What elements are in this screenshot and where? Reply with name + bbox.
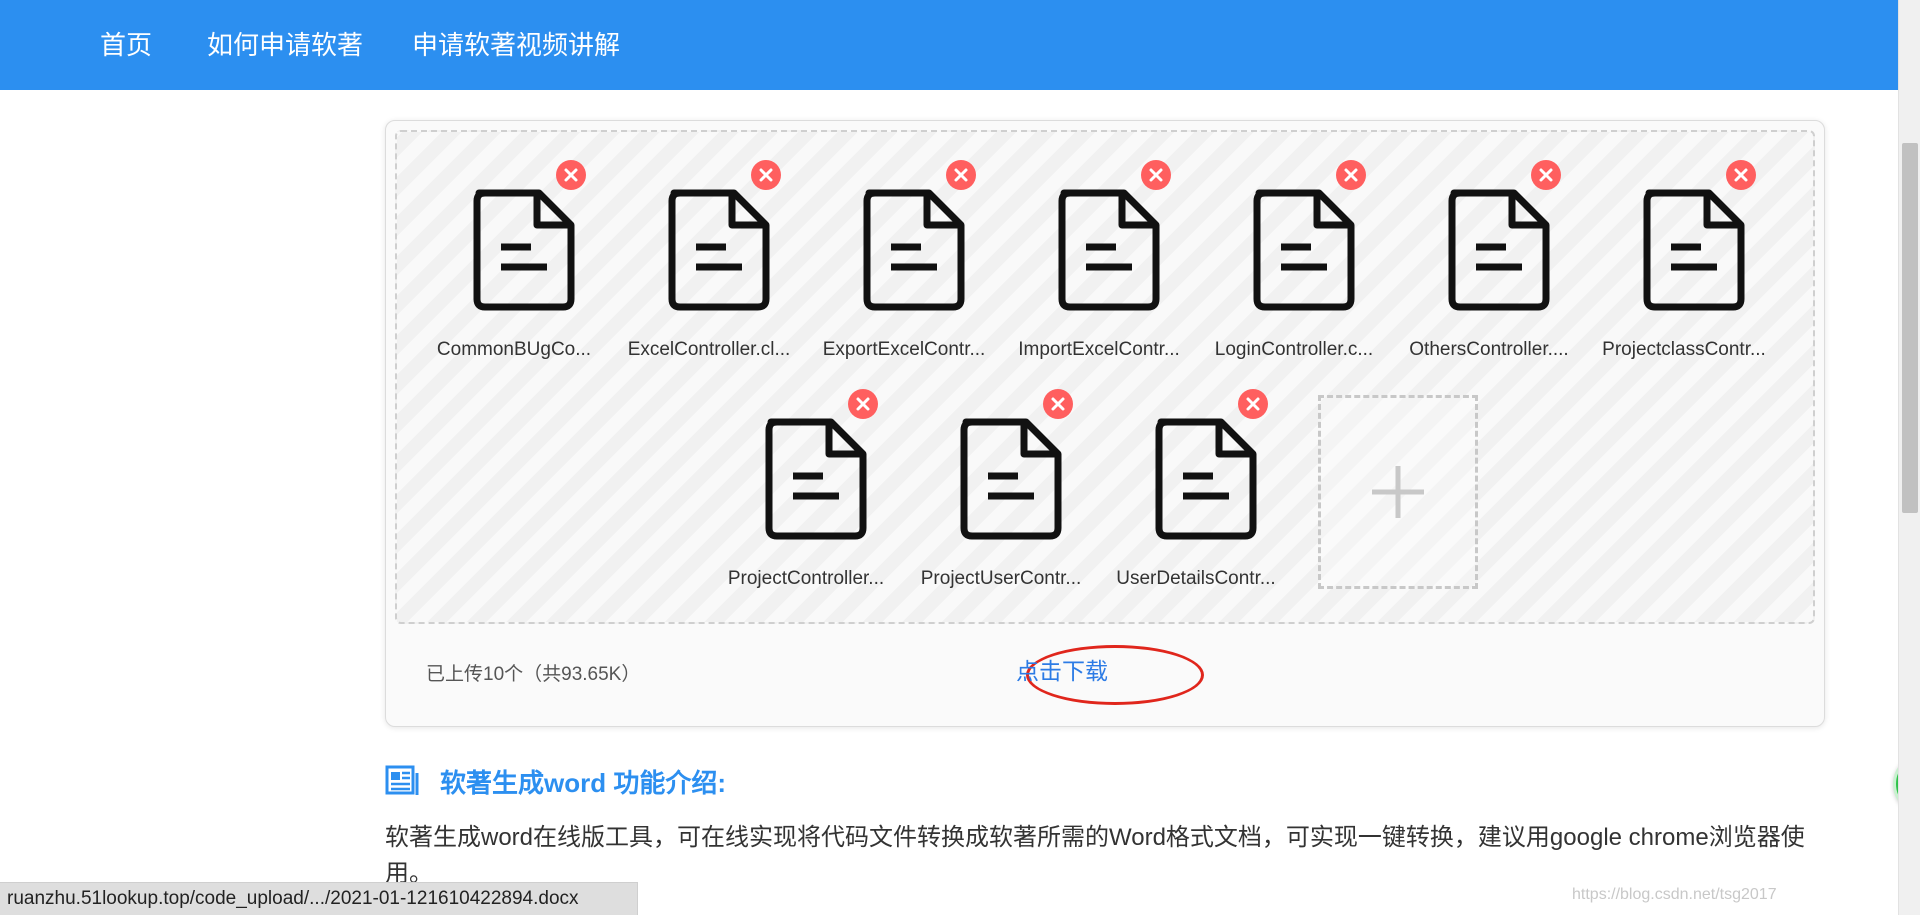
upload-summary: 已上传10个（共93.65K） xyxy=(426,664,641,685)
section-title: 软著生成word 功能介绍: xyxy=(440,768,726,798)
close-icon xyxy=(856,397,870,411)
document-icon xyxy=(1058,189,1160,311)
close-icon xyxy=(1539,168,1553,182)
file-name: LoginController.c... xyxy=(1214,339,1374,360)
close-icon xyxy=(1149,168,1163,182)
scrollbar-thumb[interactable] xyxy=(1902,143,1918,513)
document-icon xyxy=(1448,189,1550,311)
file-item[interactable]: LoginController.c... xyxy=(1199,154,1389,364)
file-item[interactable]: ExportExcelContr... xyxy=(809,154,999,364)
remove-file-button[interactable] xyxy=(946,160,976,190)
remove-file-button[interactable] xyxy=(848,389,878,419)
status-bar-url: ruanzhu.51lookup.top/code_upload/.../202… xyxy=(0,882,638,915)
file-item[interactable]: CommonBUgCo... xyxy=(419,154,609,364)
close-icon xyxy=(954,168,968,182)
file-name: OthersController.... xyxy=(1409,339,1569,360)
file-name: ExportExcelContr... xyxy=(822,339,986,360)
file-name: CommonBUgCo... xyxy=(436,339,592,360)
file-name: ProjectclassContr... xyxy=(1602,339,1766,360)
close-icon xyxy=(759,168,773,182)
remove-file-button[interactable] xyxy=(751,160,781,190)
document-icon xyxy=(1155,418,1257,540)
add-file-button[interactable] xyxy=(1318,395,1478,589)
remove-file-button[interactable] xyxy=(1531,160,1561,190)
file-item[interactable]: ProjectclassContr... xyxy=(1589,154,1779,364)
close-icon xyxy=(1246,397,1260,411)
document-icon xyxy=(765,418,867,540)
remove-file-button[interactable] xyxy=(1141,160,1171,190)
page-scrollbar[interactable] xyxy=(1898,0,1920,915)
nav-item-home[interactable]: 首页 xyxy=(100,0,152,90)
remove-file-button[interactable] xyxy=(1043,389,1073,419)
close-icon xyxy=(564,168,578,182)
document-icon xyxy=(668,189,770,311)
file-name: ProjectUserContr... xyxy=(920,568,1082,589)
close-icon xyxy=(1051,397,1065,411)
news-icon xyxy=(385,765,419,795)
upload-dropzone[interactable]: CommonBUgCo... ExcelController.cl... Exp… xyxy=(395,130,1815,624)
download-link[interactable]: 点击下载 xyxy=(1016,652,1108,686)
remove-file-button[interactable] xyxy=(556,160,586,190)
close-icon xyxy=(1734,168,1748,182)
nav-item-how-to-apply[interactable]: 如何申请软著 xyxy=(207,0,363,90)
file-item[interactable]: UserDetailsContr... xyxy=(1101,383,1291,593)
nav-item-video-tutorial[interactable]: 申请软著视频讲解 xyxy=(412,0,620,90)
file-item[interactable]: ExcelController.cl... xyxy=(614,154,804,364)
file-item[interactable]: ImportExcelContr... xyxy=(1004,154,1194,364)
remove-file-button[interactable] xyxy=(1336,160,1366,190)
remove-file-button[interactable] xyxy=(1726,160,1756,190)
document-icon xyxy=(863,189,965,311)
file-name: ProjectController... xyxy=(727,568,885,589)
file-item[interactable]: OthersController.... xyxy=(1394,154,1584,364)
watermark: https://blog.csdn.net/tsg2017 xyxy=(1572,886,1777,903)
document-icon xyxy=(1253,189,1355,311)
upload-card: CommonBUgCo... ExcelController.cl... Exp… xyxy=(385,120,1825,727)
remove-file-button[interactable] xyxy=(1238,389,1268,419)
document-icon xyxy=(1643,189,1745,311)
document-icon xyxy=(473,189,575,311)
top-navigation: 首页 如何申请软著 申请软著视频讲解 xyxy=(0,0,1898,90)
plus-icon xyxy=(1372,466,1424,518)
close-icon xyxy=(1344,168,1358,182)
file-item[interactable]: ProjectUserContr... xyxy=(906,383,1096,593)
file-name: ExcelController.cl... xyxy=(627,339,791,360)
file-name: ImportExcelContr... xyxy=(1018,339,1180,360)
file-name: UserDetailsContr... xyxy=(1116,568,1276,589)
file-item[interactable]: ProjectController... xyxy=(711,383,901,593)
document-icon xyxy=(960,418,1062,540)
